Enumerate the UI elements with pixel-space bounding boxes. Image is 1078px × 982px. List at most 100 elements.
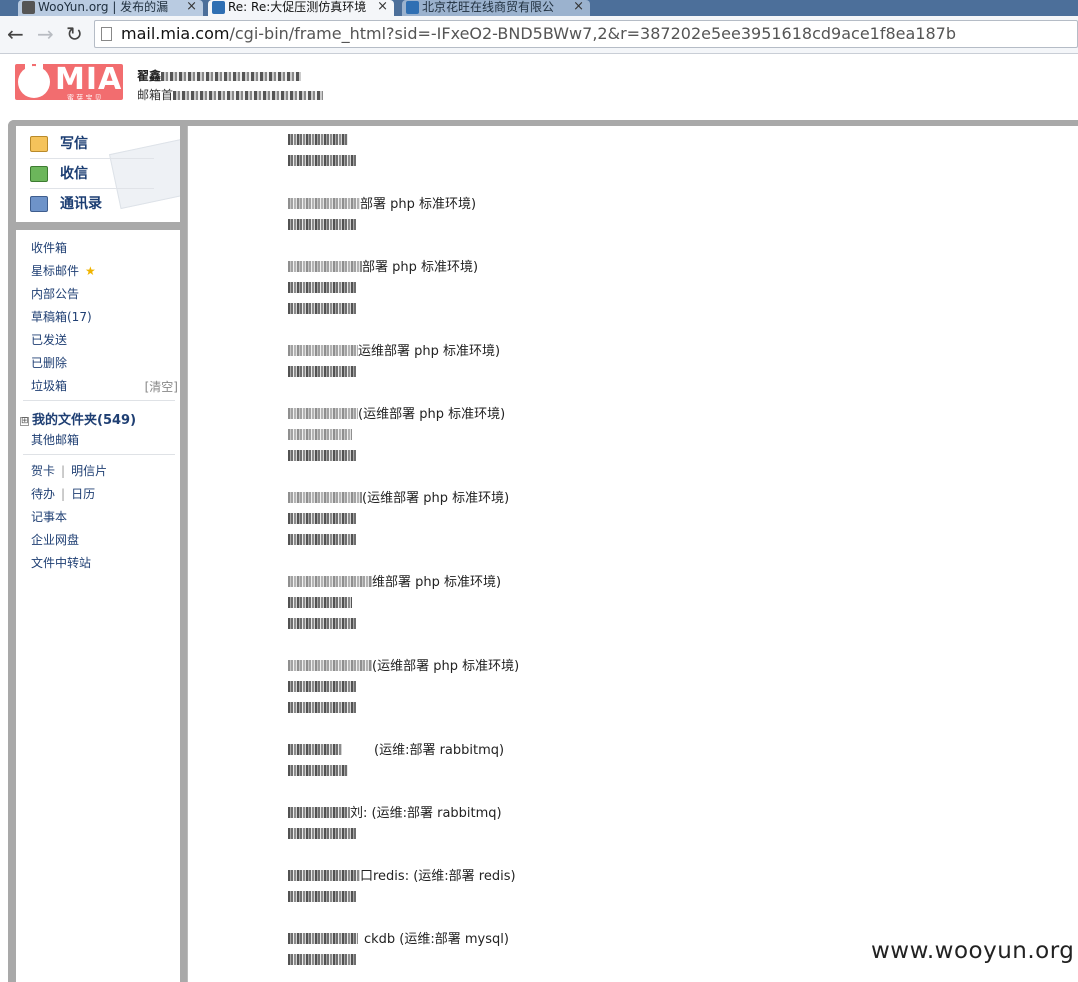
divider: [30, 158, 154, 159]
list-item: 维部署 php 标准环境): [288, 572, 501, 635]
close-tab-icon[interactable]: ×: [573, 0, 584, 14]
sidebar: 写信 收信 通讯录 收件箱 星标邮件 ★ 内部公告 草稿箱(17) 已发送 已删除…: [8, 120, 187, 982]
wooyun-favicon-icon: [22, 1, 35, 14]
redacted-line: [288, 593, 501, 614]
reload-icon[interactable]: ↻: [66, 24, 83, 44]
divider: [30, 188, 154, 189]
file-transfer-link[interactable]: 文件中转站: [31, 555, 91, 571]
tab-wooyun[interactable]: WooYun.org | 发布的漏 ×: [18, 0, 203, 16]
tab-company[interactable]: 北京花旺在线商贸有限公 ×: [402, 0, 590, 16]
tools-row-2: 待办 | 日历: [31, 486, 95, 502]
url-host: mail.mia.com: [121, 24, 230, 43]
close-tab-icon[interactable]: ×: [186, 0, 197, 14]
redacted-user-email: [173, 91, 324, 100]
folder-starred[interactable]: 星标邮件 ★: [31, 263, 96, 279]
receive-button[interactable]: 收信: [30, 162, 88, 186]
redacted-line: [288, 215, 476, 236]
redacted-line: [288, 151, 356, 172]
entry-note: 维部署 php 标准环境): [372, 575, 502, 590]
star-icon: ★: [85, 264, 96, 278]
list-item: (运维部署 php 标准环境): [288, 488, 509, 551]
bunny-logo-icon: [18, 60, 50, 98]
entry-title: 刘: (运维:部署 rabbitmq): [288, 803, 502, 824]
divider: [23, 400, 175, 401]
separator: |: [61, 464, 66, 478]
envelope-decoration-icon: [108, 138, 180, 210]
tab-title: WooYun.org | 发布的漏: [38, 0, 169, 14]
entry-note: 部署 php 标准环境): [360, 197, 477, 212]
list-item: 运维部署 php 标准环境): [288, 341, 500, 383]
list-item: (运维部署 php 标准环境): [288, 404, 505, 467]
compose-label: 写信: [60, 136, 88, 152]
list-item: (运维:部署 rabbitmq): [288, 740, 504, 782]
list-item: [288, 130, 356, 172]
contacts-icon: [30, 196, 48, 212]
my-folders[interactable]: ⊞ 我的文件夹(549): [20, 409, 136, 428]
redacted-line: [288, 677, 519, 698]
entry-note: 运维部署 php 标准环境): [358, 344, 501, 359]
redacted-line: [288, 950, 509, 971]
calendar-link[interactable]: 日历: [71, 487, 95, 501]
user-name-prefix: 翟鑫: [137, 69, 162, 83]
user-name: 翟鑫: [137, 67, 302, 84]
list-item: 部署 php 标准环境): [288, 194, 476, 236]
entry-title: 部署 php 标准环境): [288, 257, 478, 278]
entry-note: (运维部署 php 标准环境): [372, 659, 520, 674]
entry-title: (运维部署 php 标准环境): [288, 488, 509, 509]
entry-title: (运维:部署 rabbitmq): [288, 740, 504, 761]
netdisk-link[interactable]: 企业网盘: [31, 532, 79, 548]
compose-button[interactable]: 写信: [30, 132, 88, 156]
redacted-line: [288, 887, 516, 908]
other-mailbox[interactable]: 其他邮箱: [31, 432, 79, 448]
notepad-link[interactable]: 记事本: [31, 509, 67, 525]
todo-link[interactable]: 待办: [31, 487, 55, 501]
greeting-card-link[interactable]: 贺卡: [31, 464, 55, 478]
entry-note: (运维部署 php 标准环境): [362, 491, 510, 506]
mail-header: MIA 蜜 芽 宝 贝 翟鑫 邮箱首: [0, 55, 1078, 121]
contacts-label: 通讯录: [60, 196, 102, 212]
folder-sent[interactable]: 已发送: [31, 332, 67, 348]
folder-spam[interactable]: 垃圾箱: [31, 378, 67, 394]
entry-note: (运维:部署 rabbitmq): [374, 743, 505, 758]
folder-deleted[interactable]: 已删除: [31, 355, 67, 371]
list-item: 刘: (运维:部署 rabbitmq): [288, 803, 502, 845]
folder-inbox[interactable]: 收件箱: [31, 240, 67, 256]
address-bar[interactable]: mail.mia.com/cgi-bin/frame_html?sid=-IFx…: [94, 20, 1078, 48]
back-arrow-icon[interactable]: ←: [7, 24, 24, 44]
redacted-line: [288, 299, 478, 320]
list-item: 口redis: (运维:部署 redis): [288, 866, 516, 908]
browser-toolbar: ← → ↻ mail.mia.com/cgi-bin/frame_html?si…: [0, 16, 1078, 54]
mia-logo[interactable]: MIA 蜜 芽 宝 贝: [15, 60, 123, 102]
url-text[interactable]: mail.mia.com/cgi-bin/frame_html?sid=-IFx…: [121, 24, 956, 44]
folder-list: 收件箱 星标邮件 ★ 内部公告 草稿箱(17) 已发送 已删除 垃圾箱 [清空] …: [16, 230, 180, 982]
compose-icon: [30, 136, 48, 152]
tab-mail-active[interactable]: Re: Re:大促压测仿真环境 ×: [208, 0, 394, 16]
clear-spam-link[interactable]: [清空]: [145, 378, 178, 395]
user-email-prefix: 邮箱首: [137, 88, 174, 102]
user-email: 邮箱首: [137, 86, 324, 103]
entry-title: ckdb (运维:部署 mysql): [288, 929, 509, 950]
watermark: www.wooyun.org: [871, 938, 1075, 964]
close-tab-icon[interactable]: ×: [377, 0, 388, 14]
redacted-line: [288, 530, 509, 551]
forward-arrow-icon[interactable]: →: [37, 24, 54, 44]
mail-favicon-icon: [406, 1, 419, 14]
quick-actions: 写信 收信 通讯录: [16, 126, 180, 222]
folder-drafts[interactable]: 草稿箱(17): [31, 309, 92, 325]
browser-tab-strip: WooYun.org | 发布的漏 × Re: Re:大促压测仿真环境 × 北京…: [0, 0, 1078, 16]
entry-note: 刘: (运维:部署 rabbitmq): [350, 806, 502, 821]
postcard-link[interactable]: 明信片: [71, 464, 107, 478]
redacted-line: [288, 278, 478, 299]
entry-note: (运维部署 php 标准环境): [358, 407, 506, 422]
redacted-line: [288, 761, 504, 782]
contacts-button[interactable]: 通讯录: [30, 192, 102, 216]
url-path: /cgi-bin/frame_html?sid=-IFxeO2-BND5BWw7…: [229, 24, 957, 43]
folder-notice[interactable]: 内部公告: [31, 286, 79, 302]
expand-icon[interactable]: ⊞: [20, 417, 29, 426]
tab-title: 北京花旺在线商贸有限公: [422, 0, 555, 14]
entry-note: ckdb (运维:部署 mysql): [364, 932, 509, 947]
my-folders-label: 我的文件夹(549): [32, 413, 137, 428]
redacted-line: [288, 698, 519, 719]
divider: [23, 454, 175, 455]
entry-title: (运维部署 php 标准环境): [288, 656, 519, 677]
